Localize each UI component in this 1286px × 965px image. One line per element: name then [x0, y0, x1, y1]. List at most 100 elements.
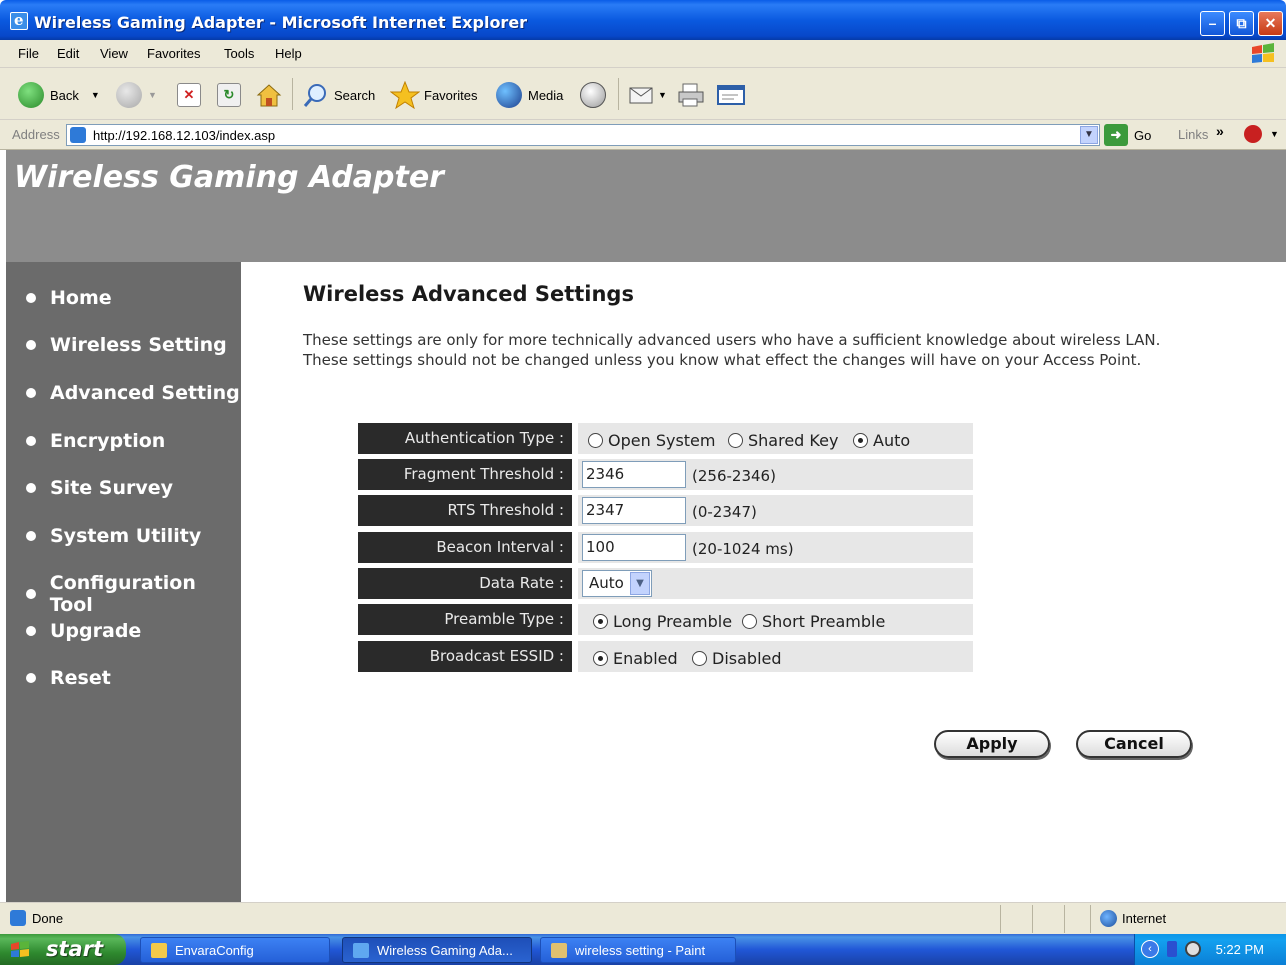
close-button[interactable]: ✕ — [1258, 11, 1283, 36]
nav-site-survey[interactable]: Site Survey — [26, 477, 173, 499]
refresh-button[interactable]: ↻ — [217, 80, 241, 110]
page-title: Wireless Advanced Settings — [303, 282, 634, 306]
stop-button[interactable]: ✕ — [177, 80, 201, 110]
nav-reset[interactable]: Reset — [26, 667, 111, 689]
auth-type-field: Open System Shared Key Auto — [578, 423, 973, 454]
auth-auto-radio[interactable]: Auto — [853, 431, 910, 450]
page-banner: Wireless Gaming Adapter — [6, 150, 1286, 262]
links-label[interactable]: Links — [1178, 127, 1208, 142]
auth-shared-key-radio[interactable]: Shared Key — [728, 431, 838, 450]
media-icon — [496, 82, 522, 108]
rts-threshold-input[interactable]: 2347 — [582, 497, 686, 524]
status-text: Done — [32, 911, 64, 926]
cancel-button[interactable]: Cancel — [1076, 730, 1192, 758]
broadcast-essid-label: Broadcast ESSID : — [358, 641, 572, 672]
nav-label: System Utility — [50, 525, 202, 547]
radio-label: Open System — [608, 431, 716, 450]
preamble-short-radio[interactable]: Short Preamble — [742, 612, 885, 631]
task-label: Wireless Gaming Ada... — [377, 942, 513, 958]
rts-range: (0-2347) — [692, 503, 757, 521]
radio-label: Disabled — [712, 649, 782, 668]
bullet-icon — [26, 626, 36, 636]
taskbar-paint[interactable]: wireless setting - Paint — [540, 937, 736, 963]
go-button[interactable]: ➜ Go — [1104, 123, 1158, 147]
home-button[interactable] — [255, 80, 283, 110]
taskbar-wireless-gaming[interactable]: Wireless Gaming Ada... — [342, 937, 532, 963]
tray-network-icon[interactable] — [1185, 941, 1201, 957]
essid-disabled-radio[interactable]: Disabled — [692, 649, 782, 668]
maximize-button[interactable]: ⧉ — [1229, 11, 1254, 36]
nav-home[interactable]: Home — [26, 287, 112, 309]
taskbar-envaraconfig[interactable]: EnvaraConfig — [140, 937, 330, 963]
go-arrow-icon: ➜ — [1104, 124, 1128, 146]
menu-favorites[interactable]: Favorites — [147, 46, 200, 61]
fragment-range: (256-2346) — [692, 467, 776, 485]
taskbar: start EnvaraConfig Wireless Gaming Ada..… — [0, 934, 1286, 965]
menu-edit[interactable]: Edit — [57, 46, 79, 61]
history-button[interactable] — [580, 80, 606, 110]
ie-icon — [353, 942, 369, 958]
chevron-down-icon[interactable]: ▼ — [1270, 129, 1279, 139]
radio-label: Long Preamble — [613, 612, 733, 631]
search-icon — [303, 84, 326, 107]
nav-wireless-setting[interactable]: Wireless Setting — [26, 334, 227, 356]
auth-open-system-radio[interactable]: Open System — [588, 431, 715, 450]
messenger-icon[interactable] — [1244, 125, 1262, 143]
chevron-left-icon[interactable]: ‹ — [1141, 940, 1159, 958]
radio-selected-icon — [593, 651, 608, 666]
menu-help[interactable]: Help — [275, 46, 302, 61]
preamble-long-radio[interactable]: Long Preamble — [593, 612, 732, 631]
menu-file[interactable]: File — [18, 46, 39, 61]
data-rate-field: Auto ▼ — [578, 568, 973, 599]
beacon-interval-field: 100 (20-1024 ms) — [578, 532, 973, 563]
fragment-threshold-input[interactable]: 2346 — [582, 461, 686, 488]
chevron-down-icon: ▼ — [148, 90, 157, 100]
apply-button[interactable]: Apply — [934, 730, 1050, 758]
nav-label: Site Survey — [50, 477, 174, 499]
nav-configuration-tool[interactable]: Configuration Tool — [26, 572, 241, 616]
edit-button[interactable] — [716, 80, 746, 110]
chevron-down-icon: ▼ — [630, 572, 650, 595]
nav-system-utility[interactable]: System Utility — [26, 525, 201, 547]
task-label: wireless setting - Paint — [575, 942, 706, 958]
media-button[interactable]: Media — [496, 80, 563, 110]
system-tray: ‹ 5:22 PM — [1134, 934, 1286, 965]
minimize-button[interactable]: – — [1200, 11, 1225, 36]
nav-label: Reset — [50, 667, 111, 689]
favorites-button[interactable]: Favorites — [390, 80, 477, 110]
bullet-icon — [26, 436, 36, 446]
chevron-down-icon[interactable]: ▼ — [1080, 126, 1098, 144]
paint-icon — [551, 942, 567, 958]
print-button[interactable] — [676, 80, 706, 110]
radio-label: Short Preamble — [762, 612, 886, 631]
search-button[interactable]: Search — [302, 80, 375, 110]
edit-icon — [717, 85, 745, 105]
essid-enabled-radio[interactable]: Enabled — [593, 649, 678, 668]
back-button[interactable]: Back ▼ — [18, 80, 100, 110]
nav-encryption[interactable]: Encryption — [26, 430, 165, 452]
menu-bar: File Edit View Favorites Tools Help — [0, 40, 1286, 68]
menu-view[interactable]: View — [100, 46, 128, 61]
tray-device-icon[interactable] — [1167, 941, 1177, 957]
bullet-icon — [26, 340, 36, 350]
mail-button[interactable]: ▼ — [628, 80, 667, 110]
address-input[interactable]: http://192.168.12.103/index.asp ▼ — [66, 124, 1100, 146]
web-page: Wireless Gaming Adapter Home Wireless Se… — [6, 150, 1286, 902]
beacon-range: (20-1024 ms) — [692, 540, 794, 558]
beacon-interval-input[interactable]: 100 — [582, 534, 686, 561]
data-rate-select[interactable]: Auto ▼ — [582, 570, 652, 597]
rts-threshold-label: RTS Threshold : — [358, 495, 572, 526]
nav-upgrade[interactable]: Upgrade — [26, 620, 141, 642]
forward-button[interactable]: ▼ — [116, 80, 157, 110]
bullet-icon — [26, 673, 36, 683]
data-rate-label: Data Rate : — [358, 568, 572, 599]
windows-logo-icon — [1252, 43, 1274, 63]
menu-tools[interactable]: Tools — [224, 46, 254, 61]
chevron-right-icon[interactable]: » — [1216, 123, 1224, 139]
bullet-icon — [26, 589, 36, 599]
address-url: http://192.168.12.103/index.asp — [93, 128, 276, 143]
windows-flag-icon — [11, 941, 29, 957]
nav-advanced-setting[interactable]: Advanced Setting — [26, 382, 240, 404]
refresh-icon: ↻ — [217, 83, 241, 107]
start-button[interactable]: start — [0, 934, 126, 965]
